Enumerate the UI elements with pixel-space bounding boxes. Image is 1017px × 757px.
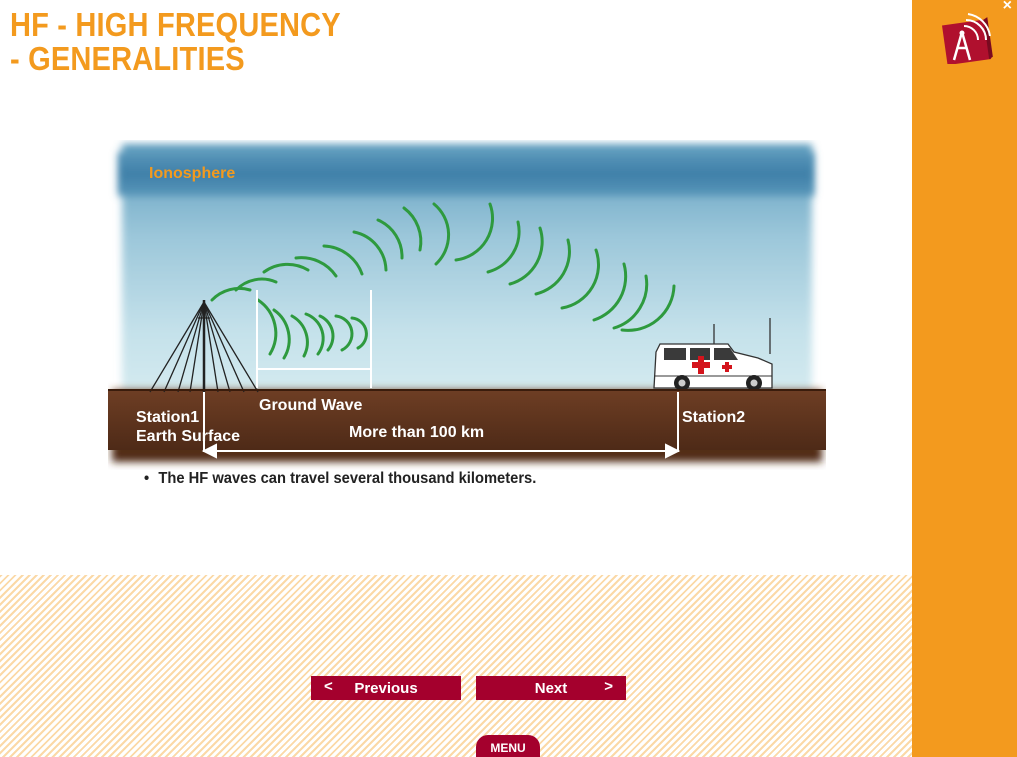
- distance-label: More than 100 km: [349, 424, 484, 441]
- ground-wave-label: Ground Wave: [259, 397, 363, 414]
- menu-button[interactable]: MENU: [476, 735, 540, 757]
- station1-label: Station1: [136, 409, 199, 426]
- antenna-logo-icon: [942, 13, 993, 64]
- next-arrow-icon: >: [604, 678, 613, 695]
- hf-propagation-diagram: Ionosphere Station1 Earth Surface Ground…: [108, 144, 826, 462]
- bullet-icon: •: [144, 470, 150, 487]
- previous-button[interactable]: < Previous: [311, 676, 461, 700]
- hatched-background: [0, 575, 912, 757]
- page-title: HF - HIGH FREQUENCY - GENERALITIES: [10, 8, 341, 76]
- earth-surface-label: Earth Surface: [136, 428, 240, 445]
- page-title-line2: - GENERALITIES: [10, 40, 245, 77]
- close-icon[interactable]: ×: [1003, 0, 1012, 15]
- ionosphere-label: Ionosphere: [149, 165, 235, 182]
- previous-label: Previous: [354, 680, 418, 697]
- page-title-line1: HF - HIGH FREQUENCY: [10, 6, 341, 43]
- sidebar: ×: [912, 0, 1017, 757]
- station2-label: Station2: [682, 409, 745, 426]
- next-button[interactable]: Next >: [476, 676, 626, 700]
- bullet-item: • The HF waves can travel several thousa…: [144, 470, 536, 488]
- bullet-text: The HF waves can travel several thousand…: [158, 470, 537, 487]
